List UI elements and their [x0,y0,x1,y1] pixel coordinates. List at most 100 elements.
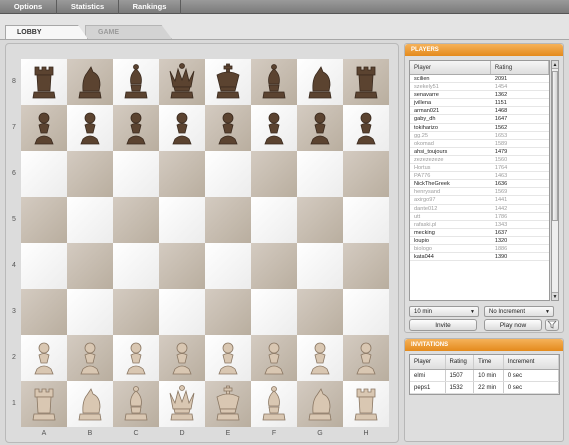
player-row[interactable]: axirgo97 1441 [410,196,549,205]
player-row[interactable]: rafaski.pl 1343 [410,221,549,229]
player-row[interactable]: utt 1786 [410,213,549,221]
player-row[interactable]: Hortus 1764 [410,164,549,173]
black-rook-icon[interactable] [349,63,383,101]
black-bishop-icon[interactable] [257,63,291,101]
square-h1[interactable] [343,381,389,427]
chess-board[interactable] [21,59,389,427]
square-g2[interactable] [297,335,343,381]
square-a4[interactable] [21,243,67,289]
square-b7[interactable] [67,105,113,151]
black-knight-icon[interactable] [73,63,107,101]
white-pawn-icon[interactable] [303,339,337,377]
square-c6[interactable] [113,151,159,197]
white-pawn-icon[interactable] [73,339,107,377]
square-f7[interactable] [251,105,297,151]
inv-rating-header[interactable]: Rating [446,355,475,369]
player-row[interactable]: gaby_dh 1647 [410,115,549,124]
square-a5[interactable] [21,197,67,243]
square-g3[interactable] [297,289,343,335]
square-e7[interactable] [205,105,251,151]
play-now-button[interactable]: Play now [484,319,542,331]
black-pawn-icon[interactable] [119,109,153,147]
white-pawn-icon[interactable] [211,339,245,377]
white-bishop-icon[interactable] [257,385,291,423]
player-row[interactable]: kata044 1390 [410,253,549,262]
white-rook-icon[interactable] [27,385,61,423]
player-column-header[interactable]: Player [410,61,491,74]
square-b2[interactable] [67,335,113,381]
inv-increment-header[interactable]: Increment [504,355,560,369]
menu-options[interactable]: Options [0,0,57,14]
tab-lobby[interactable]: LOBBY [5,25,88,39]
black-queen-icon[interactable] [165,63,199,101]
square-g8[interactable] [297,59,343,105]
square-b8[interactable] [67,59,113,105]
square-h3[interactable] [343,289,389,335]
square-g5[interactable] [297,197,343,243]
square-e6[interactable] [205,151,251,197]
square-c5[interactable] [113,197,159,243]
square-f6[interactable] [251,151,297,197]
square-h7[interactable] [343,105,389,151]
square-a1[interactable] [21,381,67,427]
square-b5[interactable] [67,197,113,243]
white-bishop-icon[interactable] [119,385,153,423]
square-f1[interactable] [251,381,297,427]
black-pawn-icon[interactable] [211,109,245,147]
square-f8[interactable] [251,59,297,105]
white-knight-icon[interactable] [73,385,107,423]
black-pawn-icon[interactable] [165,109,199,147]
black-king-icon[interactable] [211,63,245,101]
player-row[interactable]: dante012 1442 [410,205,549,213]
player-row[interactable]: loupio 1320 [410,237,549,245]
white-pawn-icon[interactable] [27,339,61,377]
player-row[interactable]: zezezezeze 1560 [410,156,549,165]
black-rook-icon[interactable] [27,63,61,101]
white-pawn-icon[interactable] [349,339,383,377]
square-c1[interactable] [113,381,159,427]
square-c7[interactable] [113,105,159,151]
black-pawn-icon[interactable] [257,109,291,147]
player-row[interactable]: PA776 1463 [410,172,549,181]
white-king-icon[interactable] [211,385,245,423]
square-d2[interactable] [159,335,205,381]
player-row[interactable]: jvillena 1151 [410,99,549,108]
player-row[interactable]: NickTheGreek 1636 [410,180,549,189]
player-row[interactable]: okomad 1589 [410,140,549,148]
square-h5[interactable] [343,197,389,243]
square-g6[interactable] [297,151,343,197]
players-scrollbar[interactable]: ▲ ▼ [551,60,559,301]
invitation-row[interactable]: elmi 1507 10 min 0 sec [410,370,560,382]
square-b3[interactable] [67,289,113,335]
filter-button[interactable] [545,319,559,331]
square-e2[interactable] [205,335,251,381]
square-e5[interactable] [205,197,251,243]
square-a6[interactable] [21,151,67,197]
black-pawn-icon[interactable] [27,109,61,147]
square-h4[interactable] [343,243,389,289]
square-b1[interactable] [67,381,113,427]
square-e8[interactable] [205,59,251,105]
square-b6[interactable] [67,151,113,197]
square-g1[interactable] [297,381,343,427]
black-knight-icon[interactable] [303,63,337,101]
black-pawn-icon[interactable] [349,109,383,147]
white-pawn-icon[interactable] [119,339,153,377]
white-queen-icon[interactable] [165,385,199,423]
black-pawn-icon[interactable] [303,109,337,147]
invite-button[interactable]: Invite [409,319,477,331]
player-row[interactable]: scilien 2091 [410,75,549,84]
player-row[interactable]: szekely51 1454 [410,83,549,92]
square-a7[interactable] [21,105,67,151]
player-row[interactable]: henrysand 1569 [410,188,549,197]
square-g4[interactable] [297,243,343,289]
square-h8[interactable] [343,59,389,105]
white-rook-icon[interactable] [349,385,383,423]
square-d5[interactable] [159,197,205,243]
increment-select[interactable]: No Increment ▼ [484,306,554,317]
white-knight-icon[interactable] [303,385,337,423]
square-e4[interactable] [205,243,251,289]
square-f4[interactable] [251,243,297,289]
rating-column-header[interactable]: Rating [491,61,549,74]
scroll-up-icon[interactable]: ▲ [552,61,558,69]
